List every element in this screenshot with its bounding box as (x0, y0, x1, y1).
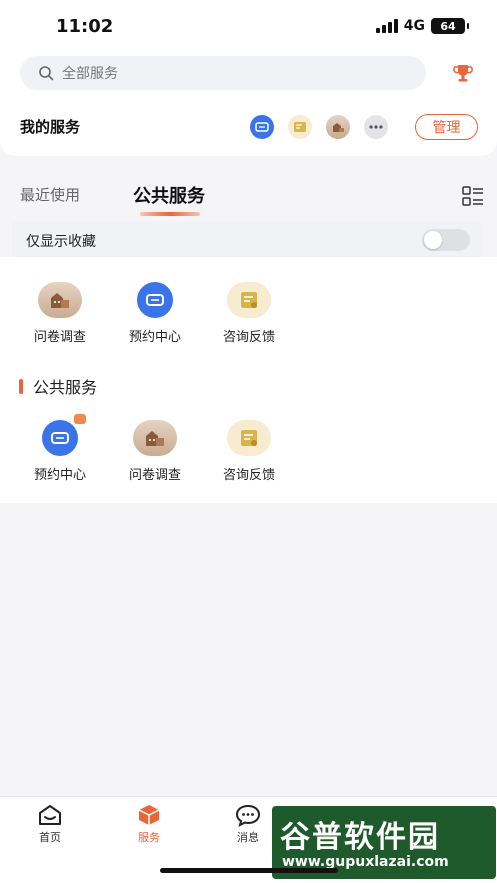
appointment-mini-icon[interactable] (250, 115, 274, 139)
search-bar[interactable]: 全部服务 (20, 56, 426, 90)
nav-service[interactable]: 服务 (119, 803, 179, 845)
tab-public[interactable]: 公共服务 (133, 182, 205, 208)
nav-message[interactable]: 消息 (218, 803, 278, 845)
service-label: 预约中心 (128, 330, 181, 345)
recent-service-survey[interactable]: 问卷调查 (20, 282, 100, 345)
top-card: 全部服务 我的服务 管理 (0, 50, 497, 156)
toggle-knob (424, 231, 442, 249)
recent-service-appointment[interactable]: 预约中心 (115, 282, 195, 345)
home-indicator (160, 868, 338, 873)
status-indicators: 4G 64 (375, 18, 469, 34)
service-cube-icon (138, 805, 160, 825)
favorites-filter-bar: 仅显示收藏 (12, 222, 483, 257)
feedback-mini-icon[interactable] (288, 115, 312, 139)
service-label: 预约中心 (33, 468, 86, 483)
public-service-appointment[interactable]: 预约中心 (20, 414, 100, 483)
tab-active-indicator (140, 212, 200, 216)
appointment-icon (42, 414, 86, 456)
manage-button[interactable]: 管理 (415, 114, 478, 140)
service-label: 咨询反馈 (222, 330, 275, 345)
my-services-title: 我的服务 (20, 118, 81, 136)
public-service-feedback[interactable]: 咨询反馈 (209, 420, 289, 483)
search-icon (39, 66, 54, 81)
service-tabs: 最近使用 公共服务 (0, 170, 497, 220)
trophy-icon[interactable] (452, 62, 474, 84)
layout-toggle-icon[interactable] (462, 186, 484, 206)
my-services-icons (250, 115, 388, 139)
signal-icon (375, 19, 398, 33)
feedback-icon (227, 420, 271, 456)
survey-icon (38, 282, 82, 318)
home-icon (39, 805, 61, 825)
section-accent-bar (19, 378, 23, 394)
nav-label: 消息 (237, 831, 259, 844)
service-label: 咨询反馈 (222, 468, 275, 483)
appointment-icon (137, 282, 173, 318)
message-icon (235, 804, 261, 827)
nav-home[interactable]: 首页 (20, 803, 80, 845)
favorites-toggle[interactable] (422, 229, 470, 251)
public-service-survey[interactable]: 问卷调查 (115, 420, 195, 483)
nav-label: 首页 (39, 831, 61, 844)
watermark-title: 谷普软件园 (280, 820, 440, 855)
section-title: 公共服务 (33, 378, 98, 397)
survey-mini-icon[interactable] (326, 115, 350, 139)
public-section-header: 公共服务 (19, 374, 97, 398)
search-placeholder: 全部服务 (62, 66, 118, 82)
battery-level: 64 (440, 19, 456, 33)
tab-recent[interactable]: 最近使用 (20, 184, 80, 205)
feedback-icon (227, 282, 271, 318)
network-type: 4G (403, 18, 425, 34)
survey-icon (133, 420, 177, 456)
recent-service-feedback[interactable]: 咨询反馈 (209, 282, 289, 345)
new-badge (74, 414, 86, 424)
nav-label: 服务 (138, 831, 160, 844)
service-label: 问卷调查 (128, 468, 181, 483)
more-icon[interactable] (364, 115, 388, 139)
service-label: 问卷调查 (33, 330, 86, 345)
battery-icon: 64 (431, 18, 469, 34)
status-bar: 11:02 4G 64 (0, 0, 497, 50)
favorites-label: 仅显示收藏 (26, 234, 96, 250)
status-time: 11:02 (56, 16, 114, 37)
